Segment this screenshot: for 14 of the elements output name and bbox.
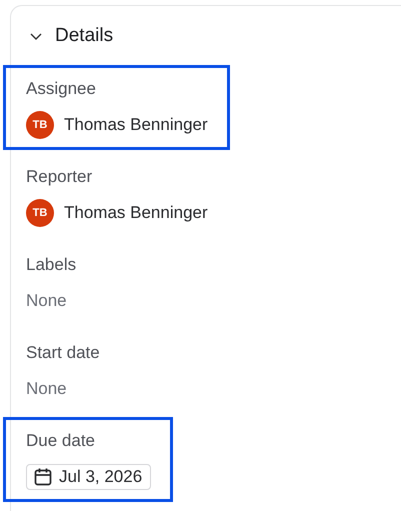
date-chip[interactable]: Jul 3, 2026 — [26, 464, 152, 490]
field-value: None — [26, 291, 67, 311]
user-name: Thomas Benninger — [64, 115, 208, 135]
user-name: Thomas Benninger — [64, 203, 208, 223]
field-label: Reporter — [26, 166, 94, 188]
avatar: TB — [26, 111, 54, 139]
field-value: None — [26, 379, 67, 399]
field-label: Due date — [26, 430, 96, 452]
calendar-icon — [33, 467, 53, 487]
field-label: Start date — [26, 342, 100, 364]
avatar: TB — [26, 199, 54, 227]
field-label: Assignee — [26, 78, 97, 100]
details-header[interactable]: Details — [11, 6, 120, 65]
field-label: Labels — [26, 254, 76, 276]
